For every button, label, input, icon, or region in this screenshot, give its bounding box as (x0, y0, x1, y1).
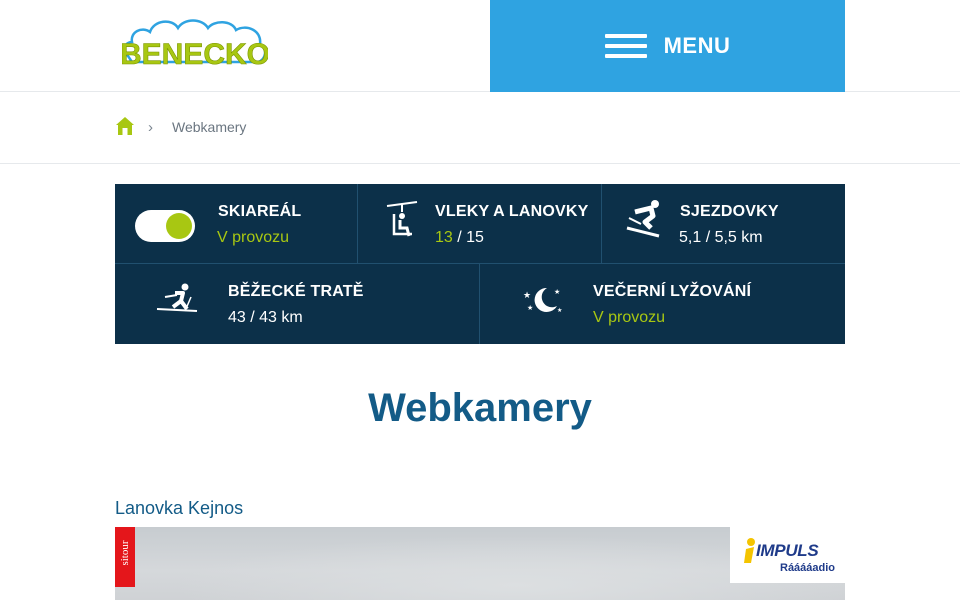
svg-text:★: ★ (557, 307, 562, 314)
benecko-logo[interactable]: BENECKO (120, 12, 270, 78)
lifts-open-count: 13 (435, 229, 453, 246)
crosscountry-value: 43 / 43 km (228, 309, 303, 326)
page-title: Webkamery (368, 386, 592, 430)
impuls-subtitle: Rááááadio (780, 562, 836, 574)
menu-button[interactable]: MENU (490, 0, 845, 92)
divider (479, 264, 480, 344)
impuls-logo: IMPULS Rááááadio (730, 527, 845, 583)
breadcrumb: › Webkamery (0, 92, 960, 164)
svg-text:★: ★ (523, 291, 531, 301)
divider (115, 263, 845, 264)
slopes-title: SJEZDOVKY (680, 203, 779, 220)
webcam-image[interactable]: sitour IMPULS Rááááadio (115, 527, 845, 600)
skiareal-title: SKIAREÁL (218, 203, 302, 220)
sitour-logo: sitour (115, 527, 135, 587)
skiareal-toggle-icon (135, 210, 195, 242)
night-title: VEČERNÍ LYŽOVÁNÍ (593, 283, 752, 300)
hamburger-icon (604, 34, 647, 58)
menu-label: MENU (663, 33, 731, 58)
chairlift-icon (386, 201, 418, 237)
breadcrumb-current: Webkamery (172, 119, 247, 135)
site-header: BENECKO MENU (0, 0, 960, 92)
home-icon[interactable] (115, 116, 135, 136)
slopes-value: 5,1 / 5,5 km (679, 229, 763, 246)
divider (601, 184, 602, 263)
moon-stars-icon: ★ ★ ★ ★ (523, 287, 562, 314)
breadcrumb-separator: › (148, 119, 153, 136)
lifts-title: VLEKY A LANOVKY (435, 203, 589, 220)
night-value: V provozu (593, 309, 666, 326)
divider (357, 184, 358, 263)
skiareal-value: V provozu (217, 229, 290, 246)
resort-status-panel: SKIAREÁL V provozu VLEKY A LANOVKY 13 / … (115, 184, 845, 344)
webcam-title-link[interactable]: Lanovka Kejnos (115, 498, 243, 519)
svg-text:★: ★ (527, 304, 533, 312)
logo-text: BENECKO (122, 38, 268, 71)
skier-icon (626, 200, 660, 238)
svg-text:★: ★ (554, 288, 560, 296)
impuls-brand: IMPULS (756, 541, 819, 560)
lifts-value: 13 / 15 (435, 229, 484, 247)
crosscountry-skier-icon (156, 283, 198, 312)
crosscountry-title: BĚŽECKÉ TRATĚ (228, 283, 364, 300)
lifts-total-count: / 15 (452, 229, 484, 246)
